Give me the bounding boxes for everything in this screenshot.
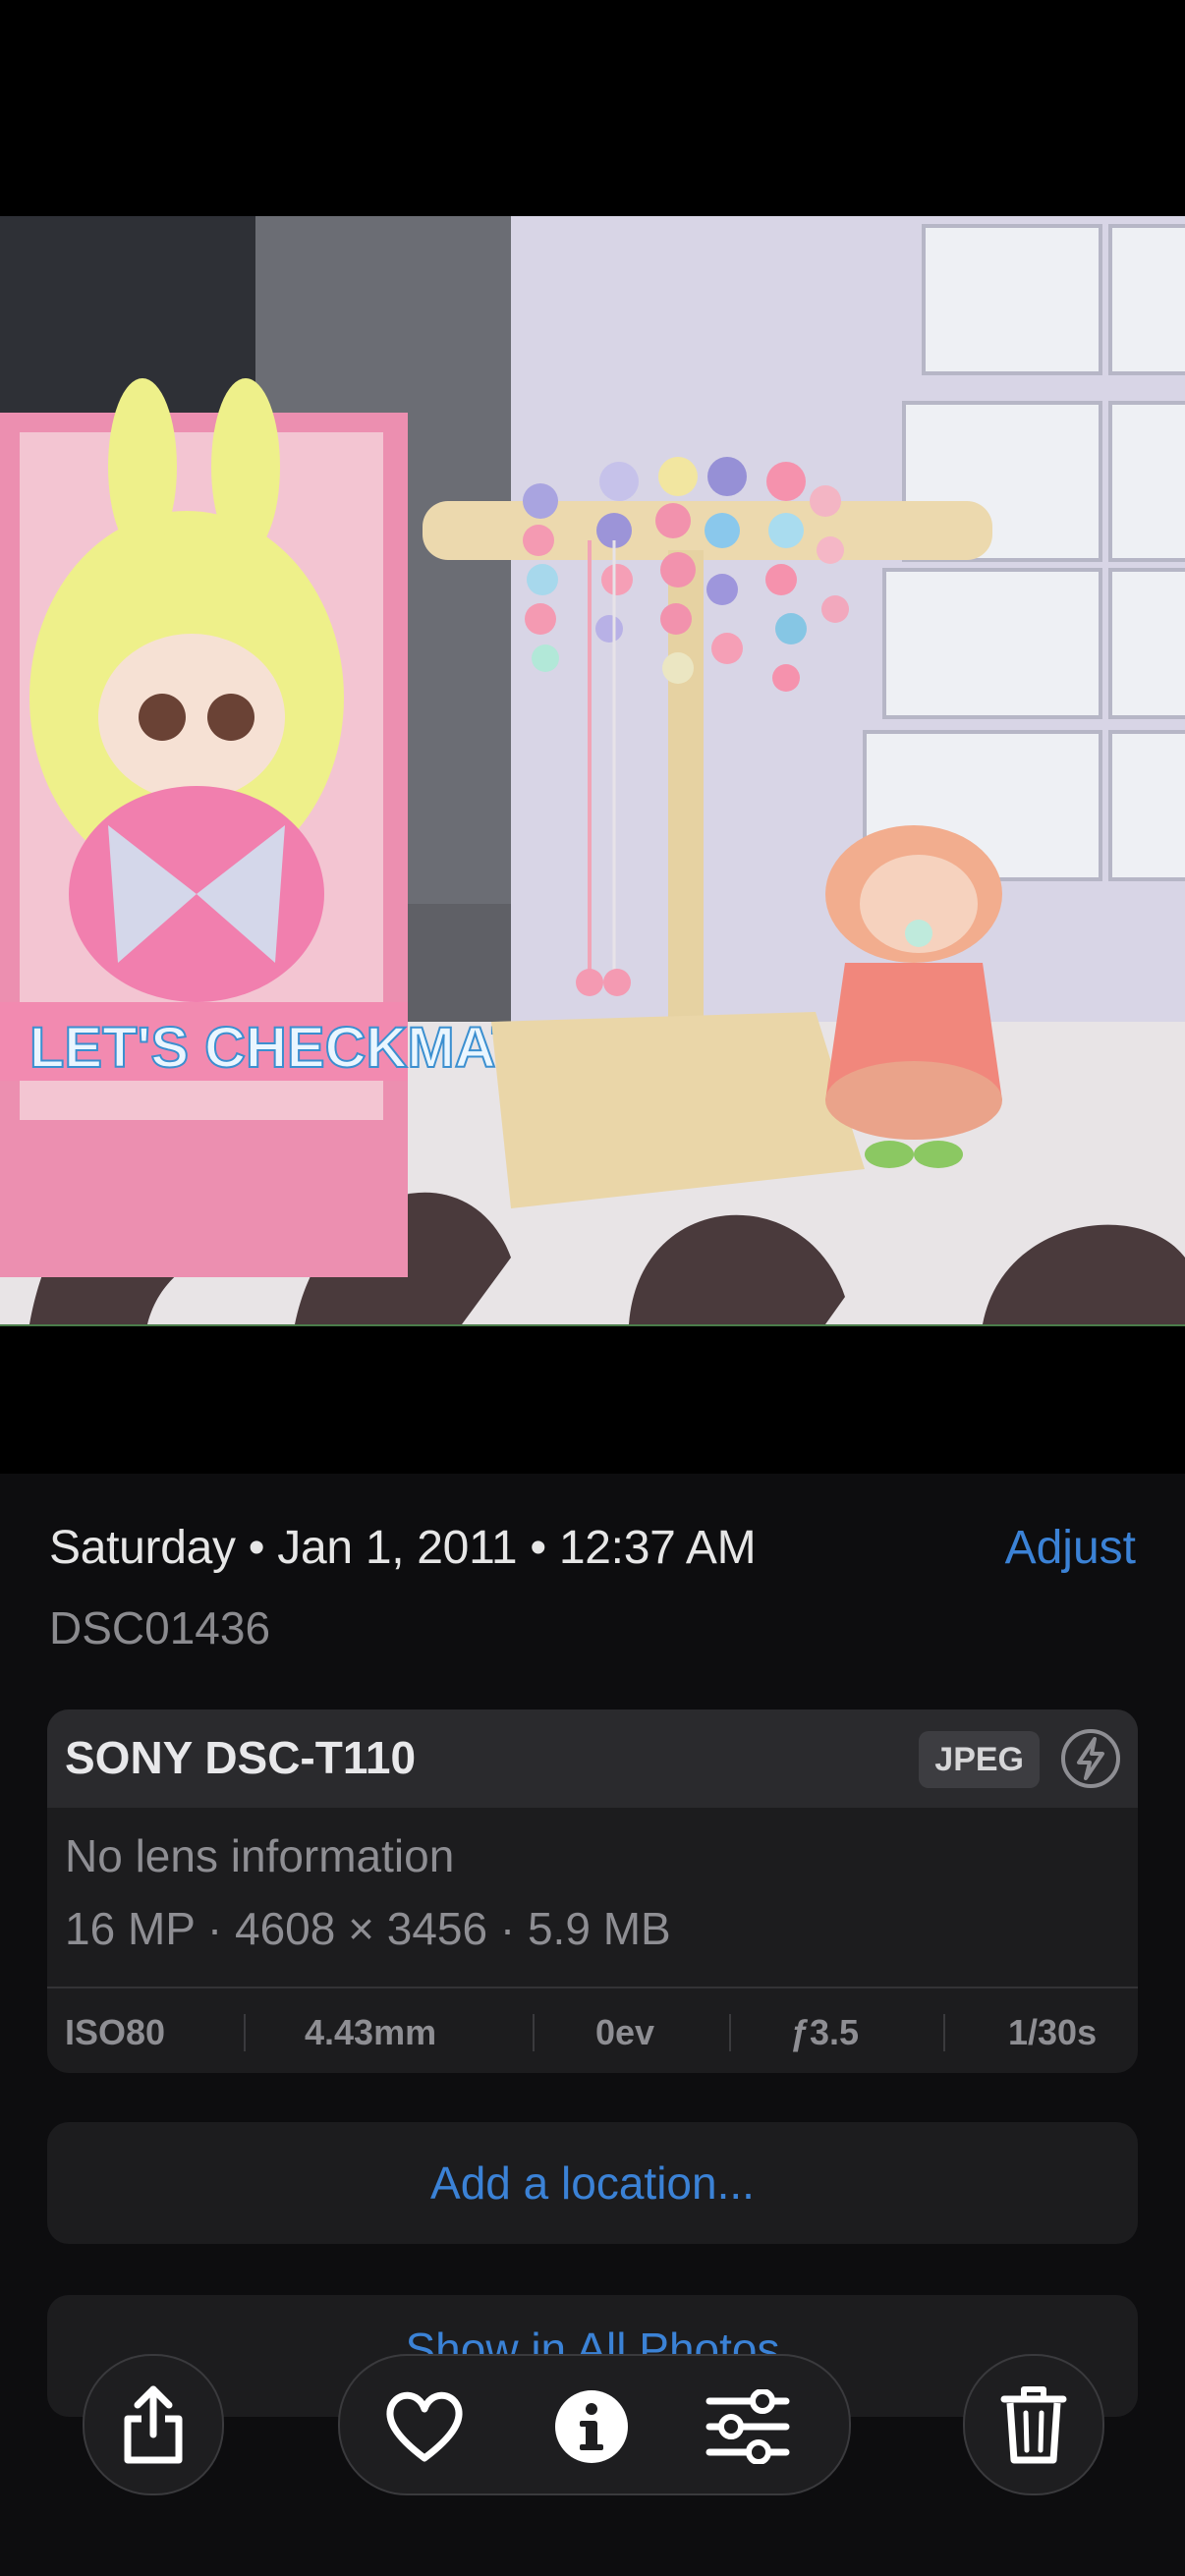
camera-model: SONY DSC-T110 — [65, 1732, 417, 1783]
divider — [533, 2014, 535, 2051]
exif-card: SONY DSC-T110 JPEG No lens information 1… — [47, 1709, 1138, 2073]
image-specs: 16 MP · 4608 × 3456 · 5.9 MB — [65, 1903, 671, 1954]
box-text: LET'S CHECKMATE — [29, 1016, 564, 1080]
divider — [729, 2014, 731, 2051]
exposure-bias-value: 0ev — [595, 2012, 655, 2052]
adjustments-icon[interactable] — [705, 2389, 790, 2464]
shutter-speed-value: 1/30s — [1008, 2012, 1098, 2052]
info-icon[interactable] — [552, 2387, 631, 2466]
exif-values-row: ISO80 4.43mm 0ev ƒ3.5 1/30s — [47, 1987, 1138, 2073]
action-pill — [338, 2354, 851, 2495]
lens-info: No lens information — [65, 1830, 455, 1881]
divider — [943, 2014, 945, 2051]
focal-length-value: 4.43mm — [305, 2012, 437, 2052]
file-name: DSC01436 — [49, 1602, 271, 1653]
photo-view[interactable]: LET'S CHECKMATE — [0, 216, 1185, 1326]
iso-value: ISO80 — [65, 2012, 166, 2052]
share-icon — [124, 2385, 183, 2464]
flash-icon — [1061, 1729, 1120, 1788]
adjust-button[interactable]: Adjust — [1005, 1521, 1136, 1575]
exif-header: SONY DSC-T110 JPEG — [47, 1709, 1138, 1808]
trash-icon — [1000, 2386, 1067, 2464]
format-badge: JPEG — [919, 1731, 1040, 1788]
delete-button[interactable] — [963, 2354, 1104, 2495]
divider — [244, 2014, 246, 2051]
photo-image: LET'S CHECKMATE — [0, 216, 1185, 1324]
aperture-value: ƒ3.5 — [790, 2012, 860, 2052]
capture-date: Saturday • Jan 1, 2011 • 12:37 AM — [49, 1522, 757, 1574]
share-button[interactable] — [83, 2354, 224, 2495]
add-location-button[interactable]: Add a location... — [47, 2122, 1138, 2244]
heart-icon[interactable] — [383, 2389, 466, 2464]
